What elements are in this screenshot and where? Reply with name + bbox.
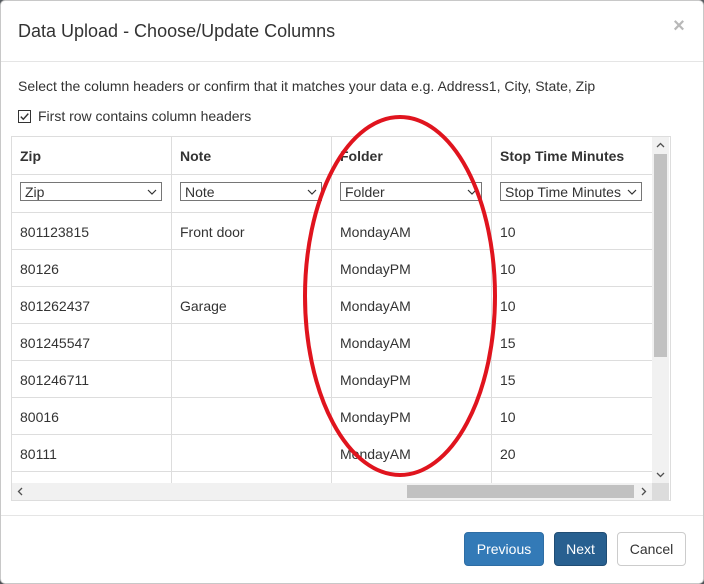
horizontal-scroll-thumb[interactable]	[407, 485, 634, 498]
scroll-down-arrow-icon[interactable]	[652, 466, 669, 483]
first-row-headers-label: First row contains column headers	[38, 108, 252, 124]
scroll-left-arrow-icon[interactable]	[12, 483, 29, 500]
row-divider	[12, 323, 652, 324]
zip-cell: 801245547	[20, 335, 91, 351]
scroll-up-arrow-icon[interactable]	[652, 137, 669, 154]
column-mapping-select[interactable]: Note	[180, 182, 322, 201]
column-header: Zip	[20, 148, 41, 164]
note-cell: Garage	[180, 298, 227, 314]
select-value: Folder	[345, 184, 385, 200]
stop-time-cell: 15	[500, 372, 516, 388]
note-cell: Front door	[180, 224, 245, 240]
stop-time-cell: 10	[500, 298, 516, 314]
previous-button[interactable]: Previous	[464, 532, 544, 566]
first-row-headers-checkbox[interactable]	[18, 110, 31, 123]
folder-cell: MondayAM	[340, 335, 411, 351]
folder-cell: MondayAM	[340, 298, 411, 314]
dialog-header: Data Upload - Choose/Update Columns ×	[1, 1, 703, 62]
chevron-down-icon	[467, 189, 477, 195]
chevron-down-icon	[147, 189, 157, 195]
cancel-button[interactable]: Cancel	[617, 532, 686, 566]
select-value: Stop Time Minutes	[505, 184, 621, 200]
folder-cell: MondayAM	[340, 446, 411, 462]
stop-time-cell: 15	[500, 335, 516, 351]
folder-cell: MondayAM	[340, 224, 411, 240]
close-icon[interactable]: ×	[671, 15, 687, 37]
vertical-scroll-thumb[interactable]	[654, 154, 667, 357]
column-mapping-grid: Zip Zip Note Note Folder Folder Stop Tim…	[11, 136, 671, 501]
vertical-scrollbar[interactable]	[652, 137, 669, 483]
row-divider	[12, 434, 652, 435]
folder-cell: MondayPM	[340, 261, 411, 277]
stop-time-cell: 10	[500, 261, 516, 277]
row-divider	[12, 212, 652, 213]
scroll-right-arrow-icon[interactable]	[635, 483, 652, 500]
horizontal-scrollbar[interactable]	[12, 483, 652, 500]
stop-time-cell: 20	[500, 446, 516, 462]
dialog-footer: Previous Next Cancel	[1, 515, 703, 584]
row-divider	[12, 397, 652, 398]
chevron-down-icon	[307, 189, 317, 195]
chevron-down-icon	[627, 189, 637, 195]
select-value: Zip	[25, 184, 45, 200]
row-divider	[12, 174, 652, 175]
stop-time-cell: 10	[500, 224, 516, 240]
column-header: Stop Time Minutes	[500, 148, 625, 164]
next-button[interactable]: Next	[554, 532, 607, 566]
zip-cell: 801123815	[20, 224, 90, 240]
data-upload-dialog: Data Upload - Choose/Update Columns × Se…	[0, 0, 704, 584]
column-mapping-select[interactable]: Stop Time Minutes	[500, 182, 642, 201]
row-divider	[12, 286, 652, 287]
row-divider	[12, 471, 652, 472]
column-header: Folder	[340, 148, 383, 164]
zip-cell: 80126	[20, 261, 59, 277]
stop-time-cell: 10	[500, 409, 516, 425]
dialog-title: Data Upload - Choose/Update Columns	[18, 21, 336, 41]
grid-viewport: Zip Zip Note Note Folder Folder Stop Tim…	[12, 137, 652, 483]
folder-cell: MondayPM	[340, 409, 411, 425]
checkmark-icon	[20, 113, 29, 121]
row-divider	[12, 360, 652, 361]
column-mapping-select[interactable]: Zip	[20, 182, 162, 201]
column-header: Note	[180, 148, 212, 164]
row-divider	[12, 249, 652, 250]
folder-cell: MondayPM	[340, 372, 411, 388]
zip-cell: 801262437	[20, 298, 91, 314]
select-value: Note	[185, 184, 215, 200]
scrollbar-corner	[652, 483, 669, 500]
column-mapping-select[interactable]: Folder	[340, 182, 482, 201]
instruction-text: Select the column headers or confirm tha…	[18, 78, 596, 94]
zip-cell: 801246711	[20, 372, 90, 388]
zip-cell: 80016	[20, 409, 59, 425]
zip-cell: 80111	[20, 446, 57, 462]
